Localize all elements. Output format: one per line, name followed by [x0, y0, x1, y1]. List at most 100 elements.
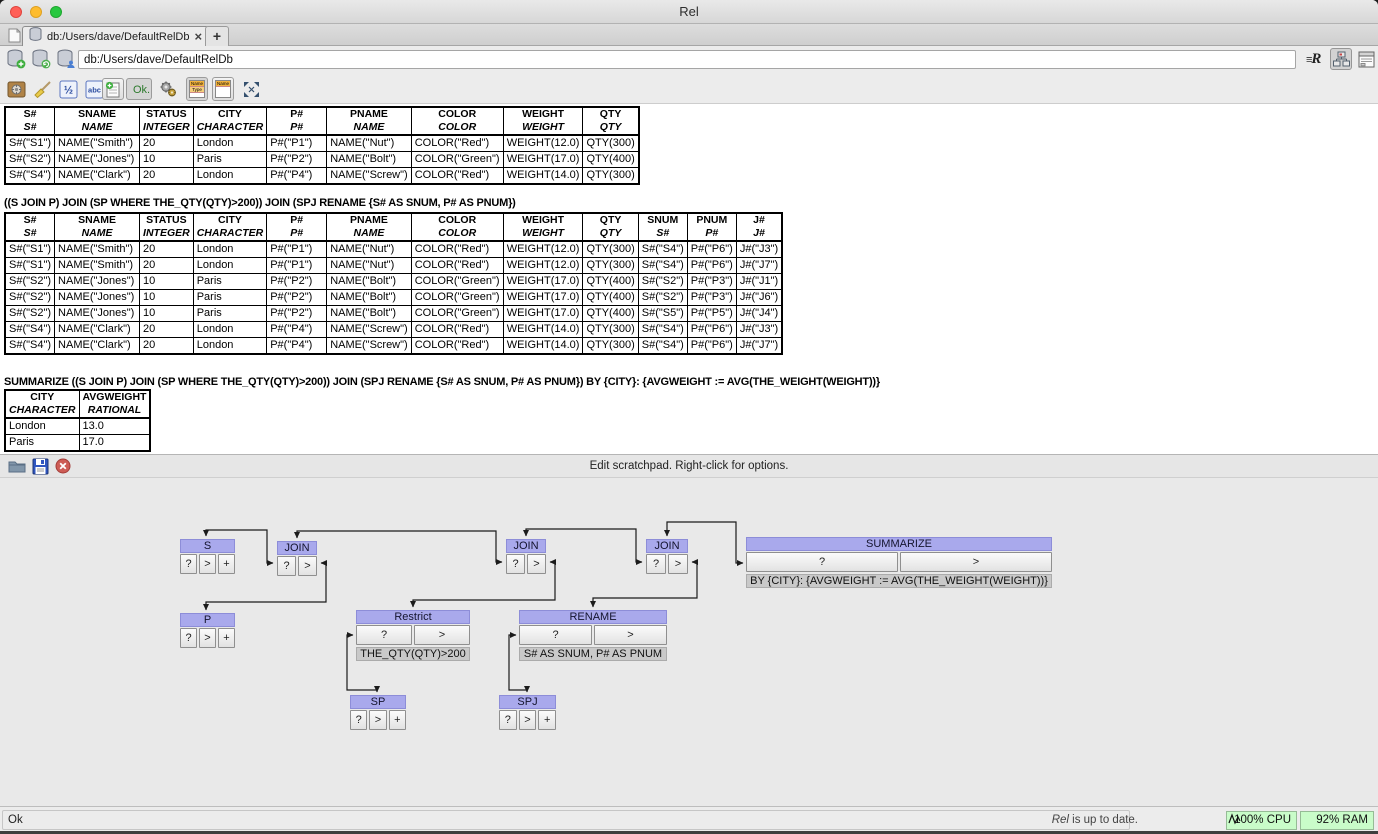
node-add-button[interactable]: + [218, 628, 235, 648]
table-cell: P#("P2") [267, 290, 327, 306]
broom-icon[interactable] [32, 79, 52, 99]
tab-close-icon[interactable]: × [194, 31, 202, 43]
node-browse-button[interactable]: > [668, 554, 688, 574]
table-cell: S#("S4") [638, 241, 687, 258]
table-cell: S#("S4") [5, 322, 55, 338]
node-join[interactable]: JOIN?> [277, 541, 317, 576]
node-query-button[interactable]: ? [499, 710, 517, 730]
scratchpad-canvas[interactable]: S?>+JOIN?>P?>+Restrict?>THE_QTY(QTY)>200… [0, 478, 1378, 806]
column-header: WEIGHTWEIGHT [503, 107, 583, 135]
node-query-button[interactable]: ? [180, 554, 197, 574]
form-view-toggle[interactable] [1355, 48, 1377, 70]
node-query-button[interactable]: ? [746, 552, 898, 572]
node-expression[interactable]: BY {CITY}: {AVGWEIGHT := AVG(THE_WEIGHT(… [746, 574, 1052, 588]
node-browse-button[interactable]: > [199, 628, 216, 648]
node-join[interactable]: JOIN?> [646, 539, 688, 574]
column-header: COLORCOLOR [411, 107, 503, 135]
safe-icon[interactable] [6, 79, 26, 99]
table-cell: 20 [140, 135, 194, 152]
show-headings-icon[interactable]: Name [212, 77, 234, 101]
table-cell: J#("J7") [736, 258, 782, 274]
database-refresh-icon[interactable] [31, 49, 51, 74]
node-browse-button[interactable]: > [527, 554, 546, 574]
node-title[interactable]: RENAME [519, 610, 667, 624]
node-expression[interactable]: S# AS SNUM, P# AS PNUM [519, 647, 667, 661]
column-header: SNAMENAME [55, 213, 140, 241]
node-browse-button[interactable]: > [199, 554, 216, 574]
table-cell: S#("S1") [5, 135, 55, 152]
tab-label: db:/Users/dave/DefaultRelDb [47, 31, 189, 43]
node-add-button[interactable]: + [218, 554, 235, 574]
node-query-button[interactable]: ? [180, 628, 197, 648]
show-text-icon[interactable]: abc [84, 79, 104, 99]
node-title[interactable]: SUMMARIZE [746, 537, 1052, 551]
database-new-icon[interactable] [6, 49, 26, 74]
node-browse-button[interactable]: > [519, 710, 537, 730]
node-title[interactable]: JOIN [646, 539, 688, 553]
column-header: CITYCHARACTER [193, 107, 267, 135]
column-header: PNAMENAME [327, 107, 411, 135]
node-query-button[interactable]: ? [277, 556, 296, 576]
node-title[interactable]: S [180, 539, 235, 553]
node-browse-button[interactable]: > [369, 710, 386, 730]
table-cell: NAME("Jones") [55, 306, 140, 322]
table-cell: P#("P2") [267, 274, 327, 290]
node-query-button[interactable]: ? [646, 554, 666, 574]
show-fractions-icon[interactable]: ½ [58, 79, 78, 99]
enlarge-icon[interactable] [241, 79, 261, 99]
address-input[interactable] [78, 50, 1296, 69]
tab-default-reldb[interactable]: db:/Users/dave/DefaultRelDb × [22, 26, 209, 46]
show-headings-types-icon[interactable]: NameType [186, 77, 208, 101]
table-cell: P#("P1") [267, 241, 327, 258]
table-cell: 10 [140, 306, 194, 322]
node-browse-button[interactable]: > [594, 625, 667, 645]
table-row: S#("S4")NAME("Clark")20LondonP#("P4")NAM… [5, 322, 782, 338]
node-title[interactable]: SP [350, 695, 406, 709]
tree-view-toggle[interactable] [1330, 48, 1352, 70]
node-add-button[interactable]: + [538, 710, 556, 730]
table-cell: P#("P3") [687, 290, 736, 306]
node-query-button[interactable]: ? [350, 710, 367, 730]
database-user-icon[interactable] [56, 49, 76, 74]
table-cell: S#("S1") [5, 241, 55, 258]
node-title[interactable]: Restrict [356, 610, 470, 624]
node-query-button[interactable]: ? [506, 554, 525, 574]
node-add-button[interactable]: + [389, 710, 406, 730]
node-title[interactable]: JOIN [506, 539, 546, 553]
settings-gears-icon[interactable] [158, 79, 178, 99]
new-tuple-icon[interactable] [102, 78, 124, 100]
node-title[interactable]: P [180, 613, 235, 627]
node-query-button[interactable]: ? [519, 625, 592, 645]
table-cell: WEIGHT(17.0) [503, 152, 583, 168]
evaluate-ok-button[interactable]: Ok. [126, 78, 152, 100]
node-expression[interactable]: THE_QTY(QTY)>200 [356, 647, 470, 661]
table-cell: S#("S2") [5, 274, 55, 290]
column-header: S#S# [5, 213, 55, 241]
table-cell: London [193, 322, 267, 338]
node-browse-button[interactable]: > [298, 556, 317, 576]
table-cell: NAME("Nut") [327, 241, 411, 258]
node-title[interactable]: JOIN [277, 541, 317, 555]
node-title[interactable]: SPJ [499, 695, 556, 709]
table-cell: WEIGHT(12.0) [503, 241, 583, 258]
node-rename[interactable]: RENAME?> S# AS SNUM, P# AS PNUM [519, 610, 667, 661]
new-tab-button[interactable]: + [205, 26, 229, 46]
page-icon[interactable] [8, 28, 21, 48]
column-header: QTYQTY [583, 107, 639, 135]
table-cell: J#("J6") [736, 290, 782, 306]
node-browse-button[interactable]: > [414, 625, 470, 645]
node-summarize[interactable]: SUMMARIZE?> BY {CITY}: {AVGWEIGHT := AVG(… [746, 537, 1052, 588]
table-cell: S#("S4") [5, 338, 55, 355]
node-restrict[interactable]: Restrict?> THE_QTY(QTY)>200 [356, 610, 470, 661]
column-header: SNUMS# [638, 213, 687, 241]
node-s[interactable]: S?>+ [180, 539, 235, 574]
node-browse-button[interactable]: > [900, 552, 1052, 572]
table-row: S#("S2")NAME("Jones")10ParisP#("P2")NAME… [5, 274, 782, 290]
node-p[interactable]: P?>+ [180, 613, 235, 648]
table-cell: 20 [140, 338, 194, 355]
node-query-button[interactable]: ? [356, 625, 412, 645]
node-join[interactable]: JOIN?> [506, 539, 546, 574]
node-sp[interactable]: SP?>+ [350, 695, 406, 730]
table-row: S#("S1")NAME("Smith")20LondonP#("P1")NAM… [5, 135, 639, 152]
node-spj[interactable]: SPJ?>+ [499, 695, 556, 730]
